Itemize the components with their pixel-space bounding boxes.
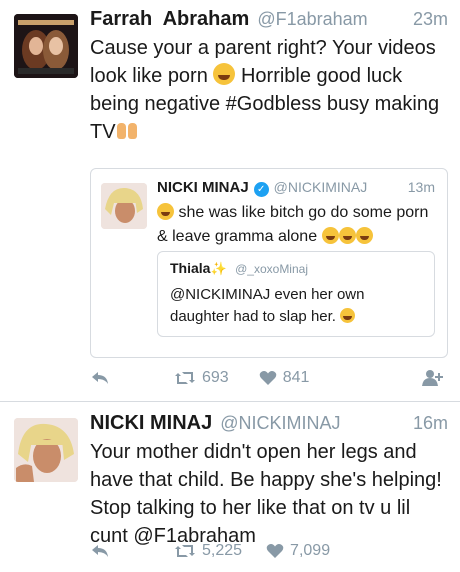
quoted-tweet-header: NICKI MINAJ ✓ @NICKIMINAJ 13m — [157, 179, 435, 197]
tweet-header: Farrah Abraham @F1abraham 23m — [90, 8, 448, 31]
tweet-farrah[interactable]: Farrah Abraham @F1abraham 23m Cause your… — [0, 0, 460, 402]
retweet-button[interactable]: 693 — [174, 369, 229, 387]
nested-quoted-tweet[interactable]: Thiala✨ @_xoxoMinaj @NICKIMINAJ even her… — [157, 251, 435, 337]
tweet-actions: 693 841 — [90, 366, 444, 390]
nested-quoted-header: Thiala✨ @_xoxoMinaj — [170, 260, 308, 278]
author-handle[interactable]: @NICKIMINAJ — [220, 413, 340, 434]
tweet-actions: 5,225 7,099 — [90, 539, 444, 563]
sparkles-icon: ✨ — [210, 261, 227, 276]
tweet-header: NICKI MINAJ @NICKIMINAJ 16m — [90, 412, 448, 435]
quoted-author-name[interactable]: NICKI MINAJ — [157, 179, 249, 196]
heart-icon — [266, 544, 284, 558]
face-with-tears-of-joy-icon — [338, 227, 356, 244]
timestamp[interactable]: 23m — [413, 9, 448, 30]
retweet-button[interactable]: 5,225 — [174, 542, 242, 560]
retweet-count: 693 — [202, 369, 229, 386]
follow-button[interactable] — [422, 369, 444, 387]
like-count: 841 — [282, 369, 310, 386]
like-button[interactable]: 7,099 — [266, 542, 330, 560]
reply-button[interactable] — [90, 543, 110, 559]
reply-icon — [92, 545, 108, 557]
tweet-text: Cause your a parent right? Your videos l… — [90, 34, 444, 146]
avatar-nicki[interactable] — [101, 183, 147, 229]
author-name[interactable]: NICKI MINAJ — [90, 412, 212, 435]
follow-icon — [422, 370, 443, 386]
face-with-tears-of-joy-icon — [321, 227, 339, 244]
heart-icon — [259, 371, 276, 385]
quoted-text-part: she was like bitch go do some porn & lea… — [157, 204, 429, 245]
quoted-tweet[interactable]: NICKI MINAJ ✓ @NICKIMINAJ 13m she was li… — [90, 168, 448, 358]
avatar-nicki[interactable] — [14, 418, 78, 482]
like-count: 7,099 — [290, 542, 331, 559]
verified-badge-icon: ✓ — [253, 182, 269, 197]
raised-hands-icon — [116, 119, 138, 141]
quoted-timestamp[interactable]: 13m — [408, 179, 435, 195]
timestamp[interactable]: 16m — [413, 413, 448, 434]
face-with-tears-of-joy-icon — [213, 63, 236, 85]
retweet-icon — [175, 372, 195, 384]
author-handle[interactable]: @F1abraham — [257, 9, 367, 30]
reply-button[interactable] — [90, 370, 110, 386]
nested-author-name[interactable]: Thiala — [170, 260, 210, 276]
tweet-text: Your mother didn't open her legs and hav… — [90, 441, 442, 547]
retweet-count: 5,225 — [202, 542, 243, 559]
face-with-tears-of-joy-icon — [340, 308, 356, 323]
face-with-tears-of-joy-icon — [157, 203, 174, 220]
quoted-author-handle[interactable]: @NICKIMINAJ — [274, 179, 368, 195]
face-with-tears-of-joy-icon — [355, 227, 373, 244]
like-button[interactable]: 841 — [259, 369, 310, 387]
nested-quoted-text: @NICKIMINAJ even her own daughter had to… — [170, 284, 424, 328]
avatar-farrah[interactable] — [14, 14, 78, 78]
retweet-icon — [175, 545, 195, 557]
nested-text-part: @NICKIMINAJ even her own daughter had to… — [170, 286, 365, 325]
author-name[interactable]: Farrah Abraham — [90, 8, 249, 31]
nested-author-handle[interactable]: @_xoxoMinaj — [235, 262, 308, 276]
quoted-tweet-text: she was like bitch go do some porn & lea… — [157, 201, 437, 249]
reply-icon — [92, 372, 108, 384]
